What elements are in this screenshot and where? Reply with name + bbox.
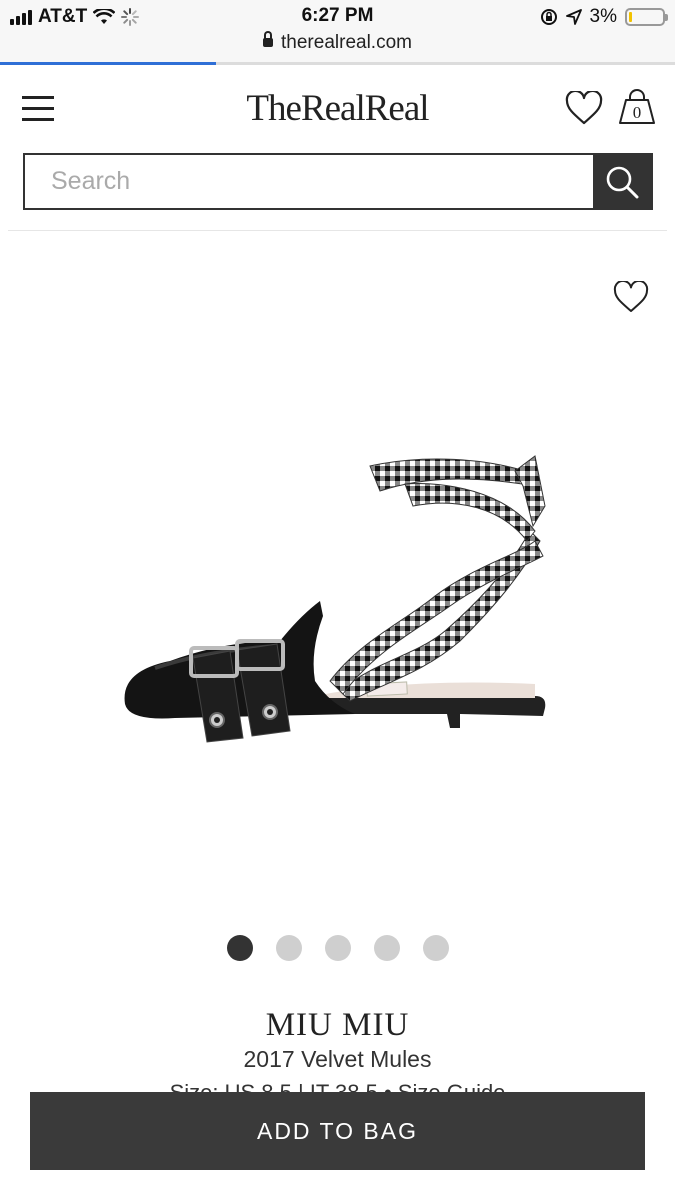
lock-icon [263,31,274,47]
shopping-bag-icon[interactable]: 0 [618,89,656,125]
add-to-bag-button[interactable]: ADD TO BAG [30,1092,645,1170]
product-gallery[interactable] [0,231,675,931]
url-text: therealreal.com [281,32,412,53]
status-bar: AT&T 6:27 PM 3% [0,0,675,32]
battery-percent: 3% [589,6,617,27]
search-icon [606,166,639,198]
favorite-heart-icon[interactable] [613,281,649,313]
product-brand[interactable]: MIU MIU [0,1007,675,1044]
search-input[interactable] [25,155,593,208]
search-bar [23,153,653,210]
search-button[interactable] [593,155,651,208]
rotation-lock-icon [540,9,557,25]
gallery-dot-2[interactable] [275,935,302,961]
gallery-dot-4[interactable] [373,935,400,961]
site-header: TheRealReal 0 [0,65,675,150]
status-bar-right: 3% [540,6,668,28]
location-arrow-icon [565,9,582,25]
product-name: 2017 Velvet Mules [243,1046,432,1072]
gallery-dot-1[interactable] [226,935,253,961]
gallery-pagination [0,935,675,961]
battery-icon [625,8,668,26]
wishlist-heart-icon[interactable] [565,91,603,125]
product-image [124,455,546,743]
url-bar[interactable]: therealreal.com [0,31,675,62]
gallery-dot-3[interactable] [324,935,351,961]
cart-count: 0 [632,103,642,122]
gallery-dot-5[interactable] [422,935,449,961]
